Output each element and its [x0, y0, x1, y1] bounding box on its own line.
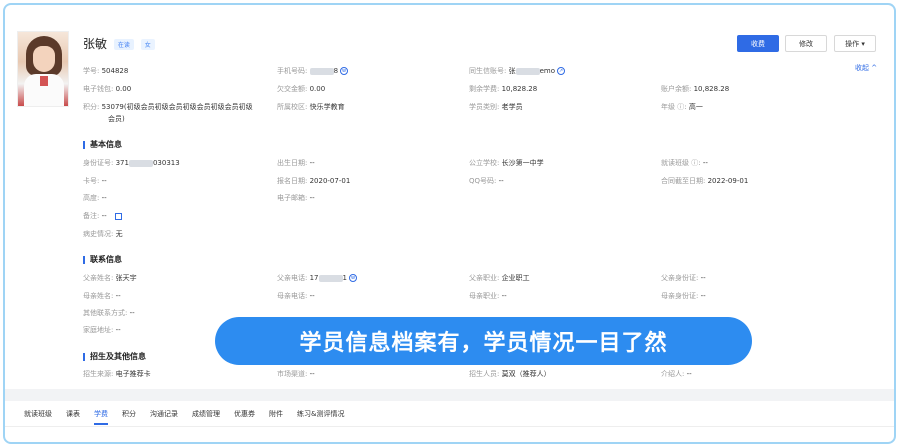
wechat-icon[interactable]: w [348, 274, 357, 282]
medical-history: 病史情况: 无 [83, 230, 123, 238]
edit-button[interactable]: 修改 [785, 35, 827, 52]
collapse-link[interactable]: 收起 ^ [855, 63, 877, 73]
promo-banner: 学员信息档案有，学员情况一目了然 [215, 317, 752, 365]
operations-dropdown[interactable]: 操作 ▾ [834, 35, 876, 52]
points-continued: 会员) [108, 115, 125, 123]
contact-info-title: 联系信息 [83, 256, 122, 264]
market-channel: 市场渠道: -- [277, 370, 315, 378]
link-icon[interactable]: ↗ [557, 67, 566, 75]
student-category: 学员类别: 老学员 [469, 103, 523, 111]
basic-info-title: 基本信息 [83, 141, 122, 149]
student-profile-window: 张敏 在读 女 收费 修改 操作 ▾ 收起 ^ 学号: 504828 手机号码:… [3, 3, 896, 444]
edit-icon[interactable] [114, 212, 122, 220]
student-name: 张敏 在读 女 [83, 35, 155, 52]
student-no: 学号: 504828 [83, 67, 129, 75]
tab-enrolled-class[interactable]: 就读班级 [17, 403, 59, 427]
wechat-account: 同生信账号: 张 emo ↗ [469, 67, 566, 75]
tab-coupons[interactable]: 优惠券 [227, 403, 262, 427]
tab-practice[interactable]: 练习&测评情况 [290, 403, 351, 427]
tab-attachments[interactable]: 附件 [262, 403, 290, 427]
tab-tuition[interactable]: 学费 [87, 403, 115, 427]
campus: 所属校区: 快乐学教育 [277, 103, 345, 111]
wallet: 电子钱包: 0.00 [83, 85, 132, 93]
remark: 备注: -- [83, 211, 122, 221]
enroll-source: 招生来源: 电子推荐卡 [83, 370, 151, 378]
tab-grades[interactable]: 成绩管理 [185, 403, 227, 427]
father-job: 父亲职业: 企业职工 [469, 274, 530, 282]
status-badge: 在读 [113, 39, 134, 50]
tab-schedule[interactable]: 课表 [59, 403, 87, 427]
home-address: 家庭地址: -- [83, 326, 121, 334]
grade: 年级 ⓘ: 高一 [661, 103, 703, 111]
mother-phone: 母亲电话: -- [277, 292, 315, 300]
mother-job: 母亲职业: -- [469, 292, 507, 300]
section-divider [5, 389, 894, 401]
gender-badge: 女 [140, 39, 155, 50]
birth-date: 出生日期: -- [277, 159, 315, 167]
other-contact: 其他联系方式: -- [83, 309, 135, 317]
avatar [17, 31, 69, 107]
contract-end-date: 合同截至日期: 2022-09-01 [661, 177, 749, 185]
tabs-underline [5, 426, 894, 427]
father-phone: 父亲电话: 17 1 w [277, 274, 357, 282]
registration-date: 报名日期: 2020-07-01 [277, 177, 351, 185]
remaining-tuition: 剩余学费: 10,828.28 [469, 85, 538, 93]
tab-points[interactable]: 积分 [115, 403, 143, 427]
arrears: 欠交金额: 0.00 [277, 85, 326, 93]
qq-number: QQ号码: -- [469, 177, 504, 185]
height: 高度: -- [83, 194, 107, 202]
card-number: 卡号: -- [83, 177, 107, 185]
wechat-icon[interactable]: w [340, 67, 349, 75]
referrer: 介绍人: -- [661, 370, 692, 378]
points: 积分: 53079(初级会员初级会员初级会员初级会员初级 [83, 103, 253, 111]
id-number: 身份证号: 371 030313 [83, 159, 180, 167]
account-balance: 账户余额: 10,828.28 [661, 85, 730, 93]
enroll-info-title: 招生及其他信息 [83, 353, 146, 361]
enrolled-class: 就读班级 ⓘ: -- [661, 159, 708, 167]
enroll-staff: 招生人员: 莫双（推荐人） [469, 370, 551, 378]
phone: 手机号码: 8w [277, 67, 349, 75]
father-name: 父亲姓名: 张天宇 [83, 274, 137, 282]
detail-tabs: 就读班级 课表 学费 积分 沟通记录 成绩管理 优惠券 附件 练习&测评情况 [17, 403, 894, 427]
mother-name: 母亲姓名: -- [83, 292, 121, 300]
public-school: 公立学校: 长沙第一中学 [469, 159, 544, 167]
mother-id: 母亲身份证: -- [661, 292, 706, 300]
tab-communication[interactable]: 沟通记录 [143, 403, 185, 427]
father-id: 父亲身份证: -- [661, 274, 706, 282]
charge-button[interactable]: 收费 [737, 35, 779, 52]
email: 电子邮箱: -- [277, 194, 315, 202]
